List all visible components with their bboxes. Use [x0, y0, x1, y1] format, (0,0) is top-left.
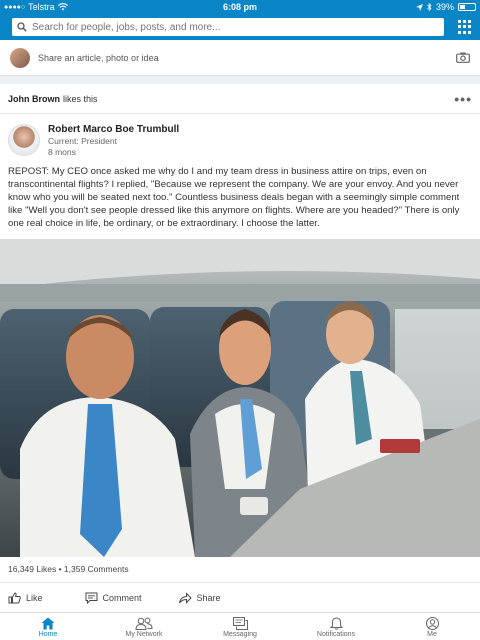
bottom-nav: Home My Network Messaging Notifications …	[0, 612, 480, 640]
share-label: Share	[196, 593, 221, 603]
wifi-icon	[57, 3, 68, 11]
nav-messaging[interactable]: Messaging	[200, 613, 280, 640]
liker-name[interactable]: John Brown	[8, 94, 60, 104]
post-actions: Like Comment Share	[0, 588, 480, 608]
liker-action: likes this	[63, 93, 98, 104]
author-name[interactable]: Robert Marco Boe Trumbull	[48, 124, 179, 135]
nav-my-network-label: My Network	[125, 630, 163, 638]
nav-notifications[interactable]: Notifications	[296, 613, 376, 640]
post-photo-illustration	[0, 239, 480, 557]
comment-icon	[85, 592, 98, 604]
search-icon	[17, 22, 27, 32]
share-prompt[interactable]: Share an article, photo or idea	[38, 53, 456, 63]
search-input[interactable]	[32, 21, 432, 33]
bell-icon	[329, 616, 343, 630]
author-info: Robert Marco Boe Trumbull Current: Presi…	[48, 124, 179, 160]
location-icon	[415, 3, 423, 11]
nav-messaging-label: Messaging	[223, 630, 257, 638]
author-headline: Current: President	[48, 136, 117, 146]
status-bar: ●●●●○ Telstra 6:08 pm 39%	[0, 0, 480, 14]
post-photo[interactable]	[0, 239, 480, 557]
divider	[0, 582, 480, 583]
share-box[interactable]: Share an article, photo or idea	[0, 40, 480, 76]
camera-icon[interactable]	[456, 52, 470, 63]
share-button[interactable]: Share	[178, 592, 221, 604]
search-box[interactable]	[12, 18, 444, 36]
status-right: 39%	[415, 2, 476, 12]
battery-percent: 39%	[435, 2, 454, 12]
post-text: REPOST: My CEO once asked me why do I an…	[8, 166, 460, 229]
avatar[interactable]	[10, 47, 30, 68]
top-bar	[0, 14, 480, 40]
battery-icon	[458, 3, 476, 11]
profile-icon	[425, 616, 439, 630]
network-icon	[135, 617, 153, 630]
comment-label: Comment	[102, 593, 142, 603]
like-label: Like	[26, 593, 43, 603]
post-timestamp: 8 mons	[48, 147, 76, 157]
carrier-label: Telstra	[28, 2, 55, 12]
like-button[interactable]: Like	[8, 592, 43, 604]
post-engagement-stats[interactable]: 16,349 Likes • 1,359 Comments	[8, 564, 129, 574]
nav-me[interactable]: Me	[392, 613, 472, 640]
author-avatar[interactable]	[8, 124, 40, 156]
signal-icon: ●●●●○	[4, 3, 26, 11]
more-options-icon[interactable]: •••	[454, 92, 472, 106]
nav-notifications-label: Notifications	[316, 630, 356, 638]
comment-button[interactable]: Comment	[85, 592, 142, 604]
feed-post: John Brown likes this ••• Robert Marco B…	[0, 84, 480, 612]
post-author: Robert Marco Boe Trumbull Current: Presi…	[0, 114, 480, 160]
battery-fill	[460, 5, 465, 9]
post-social-context: John Brown likes this •••	[0, 84, 480, 114]
nav-home[interactable]: Home	[8, 613, 88, 640]
nav-home-label: Home	[38, 630, 58, 638]
messaging-icon	[232, 616, 248, 630]
thumbs-up-icon	[8, 592, 21, 604]
bluetooth-icon	[427, 3, 432, 11]
share-arrow-icon	[178, 592, 192, 604]
nav-me-label: Me	[427, 630, 437, 638]
apps-grid-icon[interactable]	[458, 20, 472, 34]
home-icon	[41, 617, 55, 629]
nav-my-network[interactable]: My Network	[104, 613, 184, 640]
status-left: ●●●●○ Telstra	[4, 2, 416, 12]
